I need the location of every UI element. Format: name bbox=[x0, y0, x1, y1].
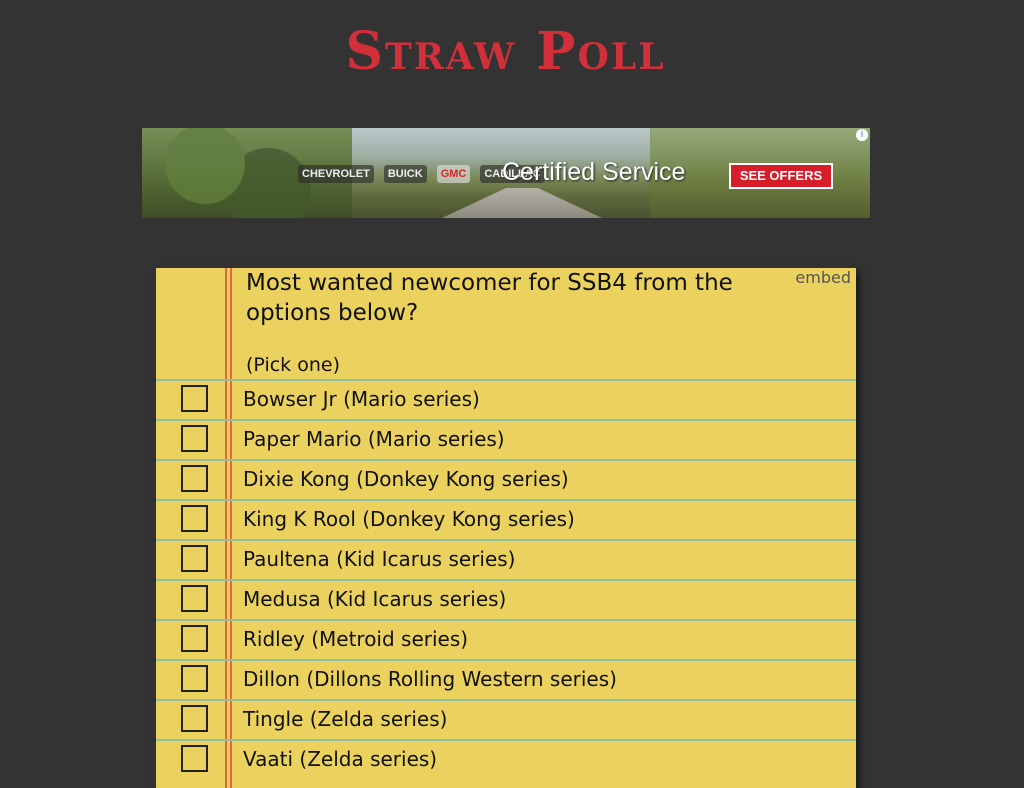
option-checkbox[interactable] bbox=[181, 625, 208, 652]
poll-instruction: (Pick one) bbox=[246, 354, 340, 376]
see-offers-button[interactable]: SEE OFFERS bbox=[729, 163, 833, 189]
option-label[interactable]: King K Rool (Donkey Kong series) bbox=[243, 507, 575, 531]
option-checkbox[interactable] bbox=[181, 385, 208, 412]
gmc-logo: GMC bbox=[436, 165, 471, 183]
option-checkbox[interactable] bbox=[181, 585, 208, 612]
poll-option[interactable]: Ridley (Metroid series) bbox=[156, 619, 856, 659]
option-checkbox[interactable] bbox=[181, 425, 208, 452]
poll-option[interactable]: Vaati (Zelda series) bbox=[156, 739, 856, 779]
poll-option[interactable]: Dillon (Dillons Rolling Western series) bbox=[156, 659, 856, 699]
poll-card: Most wanted newcomer for SSB4 from the o… bbox=[156, 268, 856, 788]
option-label[interactable]: Medusa (Kid Icarus series) bbox=[243, 587, 506, 611]
option-label[interactable]: Ridley (Metroid series) bbox=[243, 627, 468, 651]
option-checkbox[interactable] bbox=[181, 665, 208, 692]
site-logo[interactable]: Straw Poll bbox=[0, 22, 1011, 82]
buick-logo: BUICK bbox=[383, 165, 427, 183]
poll-option[interactable]: Tingle (Zelda series) bbox=[156, 699, 856, 739]
option-label[interactable]: Dixie Kong (Donkey Kong series) bbox=[243, 467, 569, 491]
ad-background-road bbox=[442, 188, 602, 218]
option-label[interactable]: Paultena (Kid Icarus series) bbox=[243, 547, 515, 571]
chevrolet-logo: CHEVROLET bbox=[298, 165, 374, 183]
poll-option[interactable]: Dixie Kong (Donkey Kong series) bbox=[156, 459, 856, 499]
ad-banner[interactable]: CHEVROLET BUICK GMC CADILLAC Certified S… bbox=[142, 128, 870, 218]
option-label[interactable]: Bowser Jr (Mario series) bbox=[243, 387, 480, 411]
embed-link[interactable]: embed bbox=[795, 268, 851, 287]
poll-option[interactable]: Bowser Jr (Mario series) bbox=[156, 379, 856, 419]
option-label[interactable]: Paper Mario (Mario series) bbox=[243, 427, 505, 451]
option-label[interactable]: Vaati (Zelda series) bbox=[243, 747, 437, 771]
option-label[interactable]: Tingle (Zelda series) bbox=[243, 707, 447, 731]
poll-question: Most wanted newcomer for SSB4 from the o… bbox=[246, 270, 733, 326]
ad-headline: Certified Service bbox=[502, 158, 686, 186]
poll-option[interactable]: Medusa (Kid Icarus series) bbox=[156, 579, 856, 619]
option-checkbox[interactable] bbox=[181, 465, 208, 492]
poll-option[interactable]: Paper Mario (Mario series) bbox=[156, 419, 856, 459]
poll-option[interactable]: Paultena (Kid Icarus series) bbox=[156, 539, 856, 579]
info-icon[interactable]: i bbox=[856, 129, 868, 141]
poll-options-list: Bowser Jr (Mario series) Paper Mario (Ma… bbox=[156, 379, 856, 779]
option-checkbox[interactable] bbox=[181, 705, 208, 732]
option-checkbox[interactable] bbox=[181, 545, 208, 572]
option-checkbox[interactable] bbox=[181, 505, 208, 532]
poll-option[interactable]: King K Rool (Donkey Kong series) bbox=[156, 499, 856, 539]
option-label[interactable]: Dillon (Dillons Rolling Western series) bbox=[243, 667, 617, 691]
